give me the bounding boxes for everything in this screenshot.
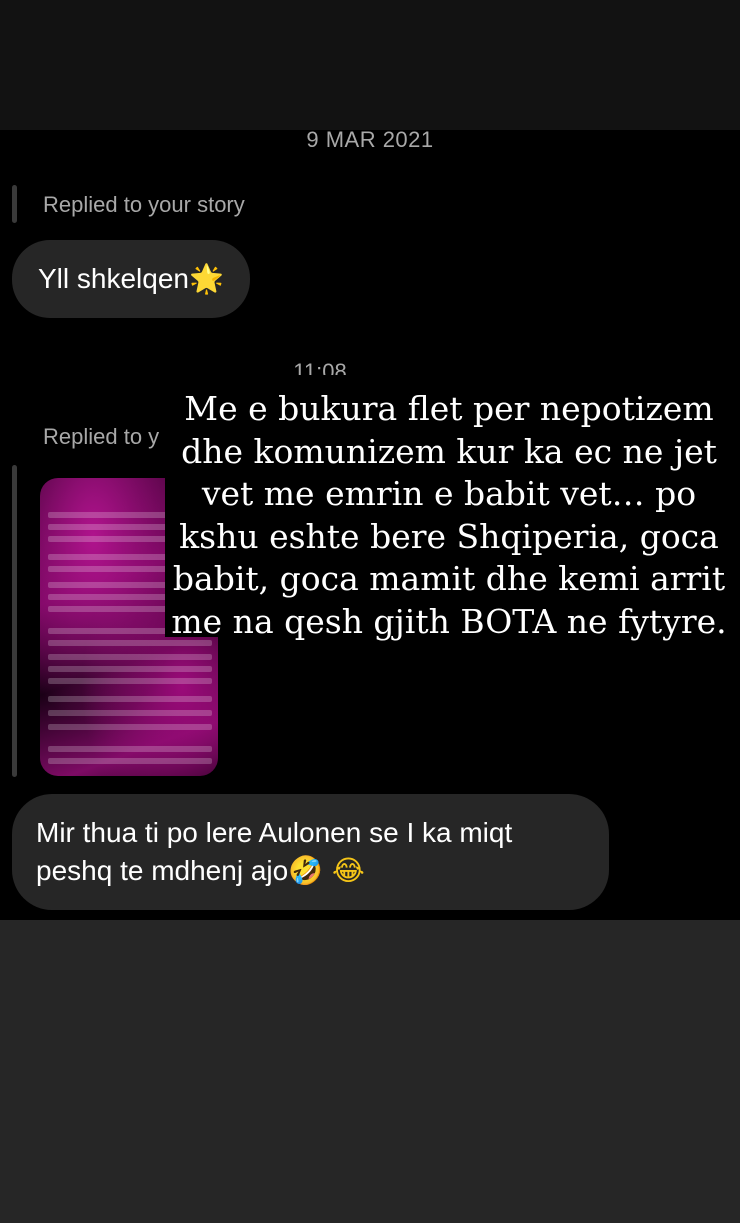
message-text-line: Mir thua ti po lere Aulonen se I ka miqt: [36, 817, 513, 848]
story-caption-text: Me e bukura flet per nepotizem dhe komun…: [171, 389, 727, 641]
reply-indicator-bar: [12, 185, 17, 223]
star-emoji: 🌟: [188, 262, 224, 295]
message-bubble[interactable]: Mir thua ti po lere Aulonen se I ka miqt…: [12, 794, 609, 910]
keyboard-area: [0, 920, 740, 1223]
status-area: [0, 0, 740, 130]
replied-to-story-label: Replied to your story: [43, 192, 245, 217]
message-bubble[interactable]: Yll shkelqen🌟: [12, 240, 250, 318]
message-text-line: peshq te mdhenj ajo: [36, 855, 289, 886]
laughing-emoji: 🤣 😂: [288, 854, 365, 887]
message-text: Yll shkelqen: [38, 263, 189, 294]
reply-indicator-bar: [12, 465, 17, 777]
date-divider: 9 MAR 2021: [306, 127, 434, 152]
replied-to-story-label: Replied to y: [43, 424, 160, 449]
